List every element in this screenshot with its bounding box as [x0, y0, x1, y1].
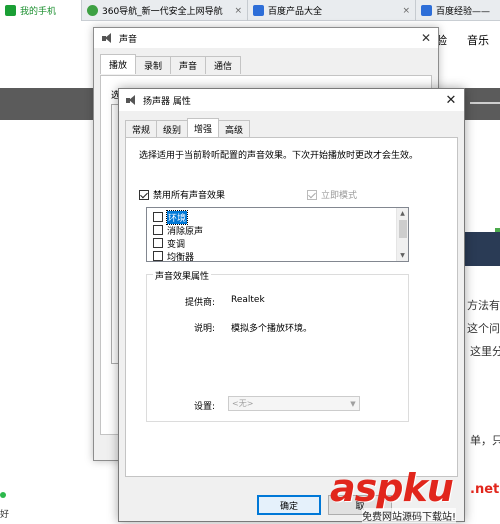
speaker-icon	[125, 94, 138, 106]
browser-tab-bar: 我的手机 360导航_新一代安全上网导航 × 百度产品大全 × 百度经验——	[0, 0, 500, 21]
chevron-down-icon: ▼	[350, 399, 356, 408]
checkbox-icon[interactable]	[153, 212, 163, 222]
tab-communications[interactable]: 通信	[205, 56, 242, 74]
tab-enhancements[interactable]: 增强	[187, 118, 220, 137]
provider-value: Realtek	[231, 295, 265, 305]
scroll-up-icon[interactable]: ▲	[397, 208, 408, 219]
tab-advanced[interactable]: 高级	[218, 120, 251, 137]
checkbox-label: 禁用所有声音效果	[153, 191, 226, 201]
effect-label: 环境	[165, 209, 189, 225]
close-icon[interactable]: ✕	[438, 93, 464, 108]
checkbox-icon	[307, 189, 317, 200]
sound-dialog-titlebar[interactable]: 声音 ✕	[94, 28, 438, 48]
watermark-domain: .net	[470, 482, 500, 497]
background-thumbnail	[460, 232, 500, 266]
description-value: 模拟多个播放环境。	[231, 324, 313, 334]
close-icon[interactable]: ✕	[414, 31, 438, 45]
tab-360-nav[interactable]: 360导航_新一代安全上网导航 ×	[82, 0, 248, 21]
status-dot	[0, 492, 6, 498]
checkbox-icon[interactable]	[153, 238, 163, 248]
phone-icon	[5, 5, 16, 16]
sound-dialog-title: 声音	[119, 34, 138, 45]
immediate-mode-checkbox: 立即模式	[307, 188, 357, 201]
sound-dialog-tabs: 播放 录制 声音 通信	[100, 54, 242, 74]
tab-label: 百度经验——	[436, 7, 491, 17]
tab-general[interactable]: 常规	[125, 120, 158, 137]
tab-my-phone[interactable]: 我的手机	[0, 0, 82, 21]
checkbox-label: 立即模式	[321, 191, 358, 201]
checkbox-icon[interactable]	[153, 225, 163, 235]
effects-scrollbar[interactable]: ▲ ▼	[396, 208, 408, 261]
enhancements-panel: 选择适用于当前聆听配置的声音效果。下次开始播放时更改才会生效。 禁用所有声音效果…	[125, 137, 458, 477]
speaker-icon	[101, 32, 114, 44]
tab-label: 百度产品大全	[268, 7, 323, 17]
ok-button[interactable]: 确定	[257, 495, 321, 515]
baidu-paw-icon	[421, 5, 432, 16]
effects-list[interactable]: 环境 消除原声 变调 均衡器 ▲ ▼	[146, 207, 409, 262]
watermark-slogan: 免费网站源码下载站!	[362, 508, 457, 523]
properties-title: 扬声器 属性	[143, 96, 191, 107]
checkbox-icon[interactable]	[139, 189, 149, 200]
settings-dropdown[interactable]: <无> ▼	[228, 396, 360, 411]
enhancements-description: 选择适用于当前聆听配置的声音效果。下次开始播放时更改才会生效。	[139, 151, 419, 161]
effect-item-equalizer[interactable]: 均衡器	[153, 250, 195, 262]
settings-label: 设置:	[193, 402, 215, 412]
effect-label: 均衡器	[167, 252, 195, 262]
watermark-logo: aspku	[330, 466, 454, 510]
background-text: 这里分	[470, 345, 500, 358]
360-icon	[87, 5, 98, 16]
background-text: 这个问	[467, 322, 500, 335]
nav-link-music[interactable]: 音乐	[467, 32, 489, 48]
tab-playback[interactable]: 播放	[100, 54, 137, 74]
tab-baidu-products[interactable]: 百度产品大全 ×	[248, 0, 416, 21]
background-text: 好	[0, 510, 10, 520]
group-legend: 声音效果属性	[153, 269, 212, 282]
effect-item-pitch[interactable]: 变调	[153, 237, 186, 250]
tab-close-icon[interactable]: ×	[234, 6, 242, 16]
disable-all-effects-checkbox[interactable]: 禁用所有声音效果	[139, 188, 225, 201]
provider-label: 提供商:	[184, 298, 215, 308]
scroll-down-icon[interactable]: ▼	[397, 250, 408, 261]
tab-sounds[interactable]: 声音	[170, 56, 207, 74]
effect-label: 变调	[167, 239, 186, 250]
tab-label: 360导航_新一代安全上网导航	[102, 7, 223, 17]
effect-label: 消除原声	[167, 226, 204, 237]
properties-titlebar[interactable]: 扬声器 属性 ✕	[119, 89, 464, 111]
tab-close-icon[interactable]: ×	[402, 6, 410, 16]
site-watermark: aspku .net 免费网站源码下载站!	[330, 466, 500, 524]
effect-item-voice-cancel[interactable]: 消除原声	[153, 224, 204, 237]
background-text: 单，只	[470, 434, 500, 447]
effect-item-environment[interactable]: 环境	[153, 209, 189, 225]
baidu-paw-icon	[253, 5, 264, 16]
background-text: 方法有	[467, 299, 500, 312]
scroll-thumb[interactable]	[399, 220, 407, 238]
description-label: 说明:	[193, 324, 215, 334]
tab-levels[interactable]: 级别	[156, 120, 189, 137]
checkbox-icon[interactable]	[153, 251, 163, 261]
dropdown-value: <无>	[232, 399, 254, 408]
tab-label: 我的手机	[20, 7, 57, 17]
tab-recording[interactable]: 录制	[135, 56, 172, 74]
tab-baidu-jingyan[interactable]: 百度经验——	[416, 0, 500, 21]
properties-tabs: 常规 级别 增强 高级	[125, 118, 251, 137]
speaker-properties-dialog: 扬声器 属性 ✕ 常规 级别 增强 高级 选择适用于当前聆听配置的声音效果。下次…	[118, 88, 465, 522]
